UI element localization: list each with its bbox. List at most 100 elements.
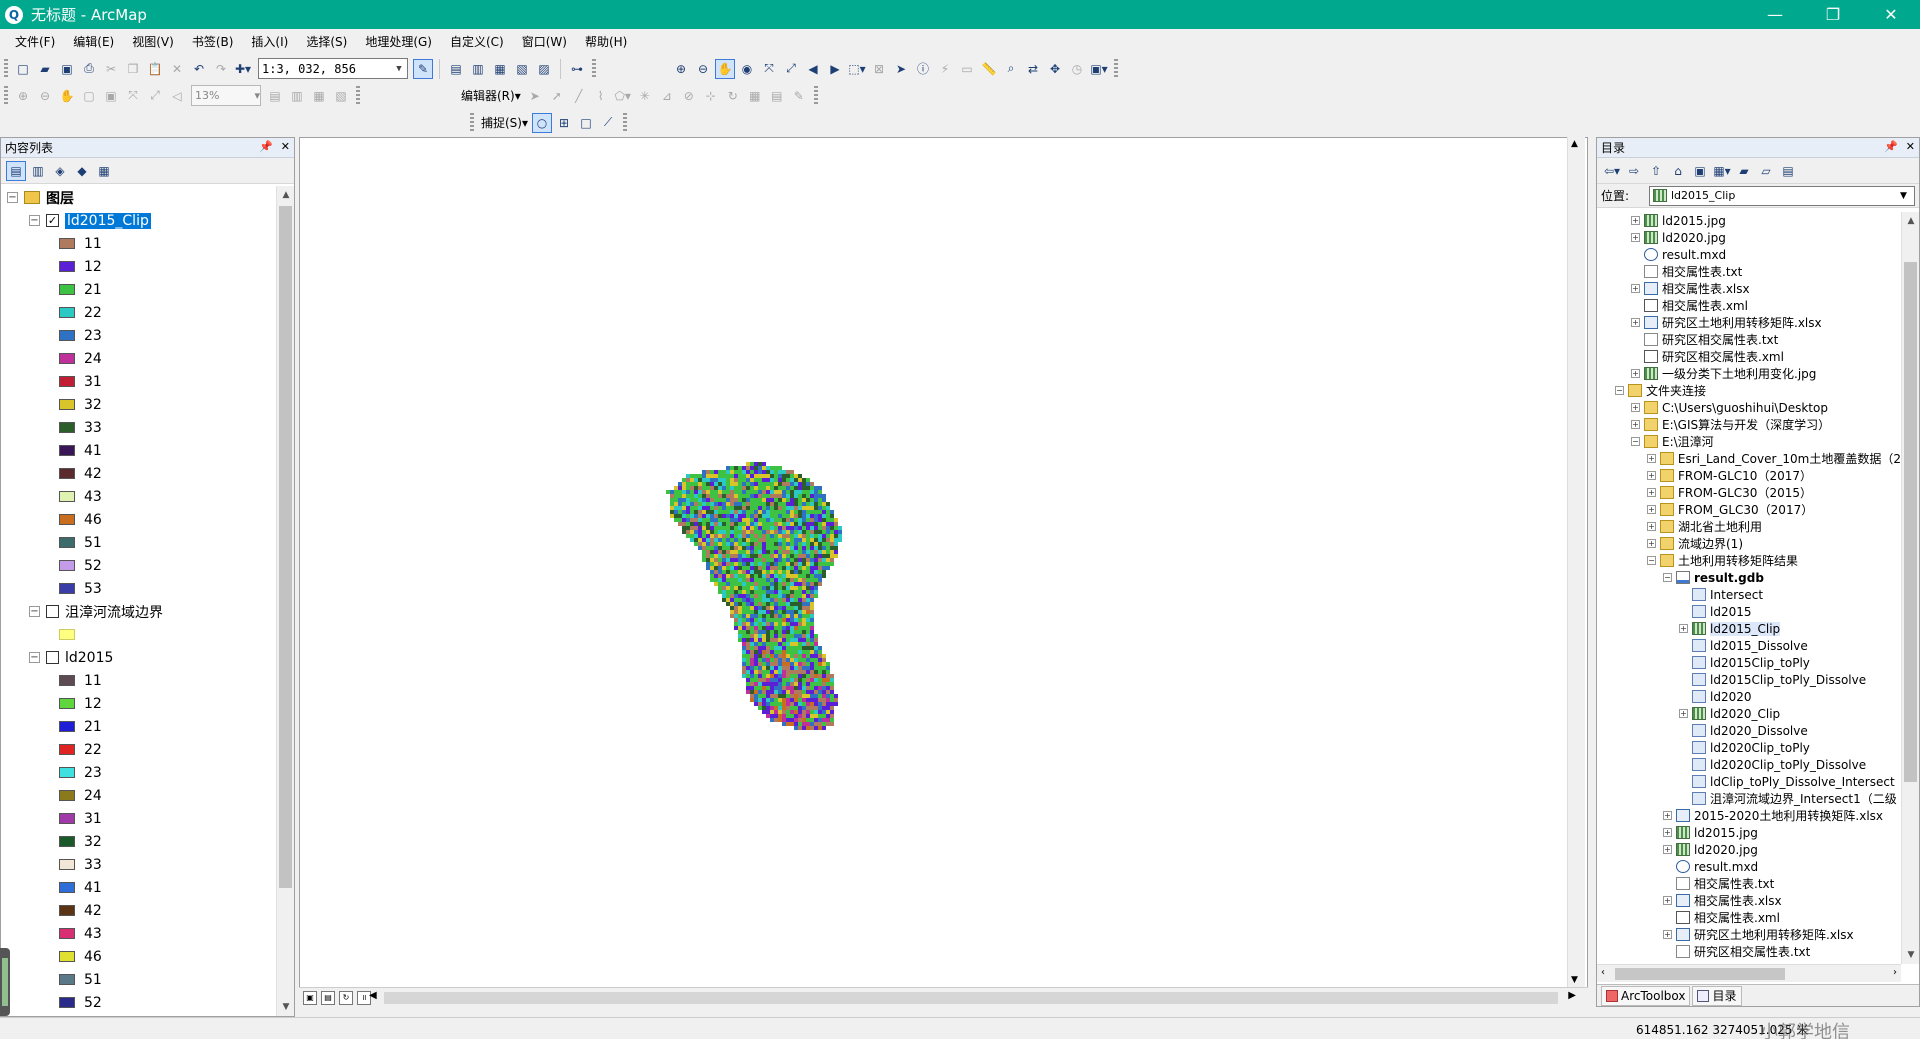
catalog-item[interactable]: ld2015Clip_toPly_Dissolve [1597, 671, 1901, 688]
map-vertical-scrollbar[interactable]: ▲ ▼ [1567, 137, 1585, 987]
disconnect-folder-icon[interactable]: ▱ [1756, 161, 1776, 181]
expand-icon[interactable]: + [1663, 930, 1672, 939]
clear-selection-icon[interactable]: ⊠ [869, 59, 889, 79]
collapse-icon[interactable]: − [1631, 437, 1640, 446]
expand-icon[interactable]: + [1647, 522, 1656, 531]
create-features-icon[interactable]: ✎ [789, 86, 809, 106]
legend-item[interactable]: 22 [1, 301, 276, 324]
find-route-icon[interactable]: ⇄ [1023, 59, 1043, 79]
catalog-hscrollbar[interactable]: ‹ › [1597, 964, 1901, 982]
redo-icon[interactable]: ↷ [211, 59, 231, 79]
focus-data-frame-icon[interactable]: ▥ [287, 86, 307, 106]
catalog-item[interactable]: ldClip_toPly_Dissolve_Intersect [1597, 773, 1901, 790]
scroll-right-icon[interactable]: ▶ [1568, 990, 1576, 1001]
catalog-item[interactable]: 研究区相交属性表.txt [1597, 331, 1901, 348]
legend-swatch[interactable] [59, 836, 75, 847]
legend-swatch[interactable] [59, 330, 75, 341]
legend-item[interactable]: 12 [1, 255, 276, 278]
catalog-item[interactable]: + FROM_GLC30（2017） [1597, 501, 1901, 518]
catalog-item[interactable]: + ld2015_Clip [1597, 620, 1901, 637]
editor-toolbar-icon[interactable]: ✎ [413, 58, 433, 79]
legend-item[interactable]: 22 [1, 738, 276, 761]
zoom-whole-page-icon[interactable]: ▢ [79, 86, 99, 106]
pan-hand-icon[interactable]: ✋ [715, 58, 735, 79]
expand-icon[interactable]: + [1647, 488, 1656, 497]
expand-icon[interactable]: + [1663, 845, 1672, 854]
expand-icon[interactable]: + [1631, 233, 1640, 242]
cut-polygon-icon[interactable]: ⊘ [679, 86, 699, 106]
catalog-item[interactable]: 沮漳河流域边界_Intersect1（二级 [1597, 790, 1901, 807]
menu-help[interactable]: 帮助(H) [576, 29, 636, 55]
expand-icon[interactable]: + [1631, 403, 1640, 412]
zoom-out-icon[interactable]: ⊖ [693, 59, 713, 79]
legend-item[interactable]: 41 [1, 876, 276, 899]
cut-icon[interactable]: ✂ [101, 59, 121, 79]
legend-item[interactable]: 23 [1, 324, 276, 347]
menu-geoprocessing[interactable]: 地理处理(G) [356, 29, 441, 55]
trace-icon[interactable]: ⌇ [591, 86, 611, 106]
menu-view[interactable]: 视图(V) [123, 29, 183, 55]
legend-item[interactable]: 41 [1, 439, 276, 462]
legend-item[interactable]: 42 [1, 899, 276, 922]
catalog-options-icon[interactable]: ▤ [1778, 161, 1798, 181]
legend-item[interactable]: 32 [1, 830, 276, 853]
legend-item[interactable]: 52 [1, 991, 276, 1014]
identify-info-icon[interactable]: ⓘ [913, 59, 933, 79]
catalog-item[interactable]: Intersect [1597, 586, 1901, 603]
legend-item[interactable]: 31 [1, 370, 276, 393]
legend-swatch[interactable] [59, 813, 75, 824]
catalog-item[interactable]: result.mxd [1597, 858, 1901, 875]
vertex-snapping-icon[interactable]: □ [576, 113, 596, 133]
measure-icon[interactable]: 📏 [979, 59, 999, 79]
sketch-properties-icon[interactable]: ▤ [767, 86, 787, 106]
catalog-item[interactable]: +2015-2020土地利用转换矩阵.xlsx [1597, 807, 1901, 824]
delete-icon[interactable]: ✕ [167, 59, 187, 79]
tab-catalog[interactable]: 目录 [1692, 985, 1742, 1006]
chevron-down-icon[interactable]: ▼ [391, 64, 407, 74]
paste-icon[interactable]: 📋 [145, 59, 165, 79]
editor-menu[interactable]: 编辑器(R)▾ [458, 87, 524, 104]
catalog-item[interactable]: 相交属性表.xml [1597, 909, 1901, 926]
layer-name[interactable]: ld2015_Clip [65, 212, 151, 229]
edit-tool-icon[interactable]: ➤ [525, 86, 545, 106]
legend-swatch[interactable] [59, 744, 75, 755]
close-icon[interactable]: ✕ [281, 140, 290, 153]
refresh-icon[interactable]: ↻ [339, 990, 353, 1005]
pin-icon[interactable]: 📌 [1884, 140, 1898, 153]
pin-icon[interactable]: 📌 [259, 140, 273, 153]
find-binoculars-icon[interactable]: ⌕ [1001, 59, 1021, 79]
catalog-item[interactable]: + FROM-GLC30（2015） [1597, 484, 1901, 501]
print-icon[interactable]: ⎙ [79, 59, 99, 79]
scroll-thumb[interactable] [1615, 968, 1785, 980]
layout-fixed-zoom-out-icon[interactable]: ⤢ [145, 86, 165, 106]
legend-swatch[interactable] [59, 790, 75, 801]
legend-swatch[interactable] [59, 951, 75, 962]
toolbar-grip[interactable] [1114, 58, 1118, 79]
close-icon[interactable]: ✕ [1906, 140, 1915, 153]
catalog-window-icon[interactable]: ▥ [468, 59, 488, 79]
restore-button[interactable]: ❐ [1804, 0, 1862, 29]
toolbar-grip[interactable] [470, 112, 474, 133]
map-horizontal-scrollbar[interactable] [384, 992, 1558, 1004]
catalog-item[interactable]: − 文件夹连接 [1597, 382, 1901, 399]
edit-annotation-icon[interactable]: ➚ [547, 86, 567, 106]
toolbar-grip[interactable] [813, 85, 818, 106]
snapping-menu[interactable]: 捕捉(S)▾ [478, 114, 531, 131]
legend-item[interactable]: 31 [1, 807, 276, 830]
legend-swatch[interactable] [59, 238, 75, 249]
menu-file[interactable]: 文件(F) [6, 29, 64, 55]
legend-swatch[interactable] [59, 721, 75, 732]
layer-visibility-checkbox[interactable] [46, 651, 59, 664]
catalog-item[interactable]: ld2020_Dissolve [1597, 722, 1901, 739]
layout-pan-icon[interactable]: ✋ [57, 86, 77, 106]
point-icon[interactable]: ⬠▾ [613, 86, 633, 106]
go-to-xy-icon[interactable]: ✥ [1045, 59, 1065, 79]
forward-arrow-icon[interactable]: ⇨ [1624, 161, 1644, 181]
legend-item[interactable]: 21 [1, 715, 276, 738]
point-snapping-icon[interactable]: ○ [532, 112, 553, 133]
expand-icon[interactable]: + [1647, 539, 1656, 548]
catalog-item[interactable]: 相交属性表.xml [1597, 297, 1901, 314]
chevron-down-icon[interactable]: ▼ [1900, 191, 1914, 201]
modelbuilder-icon[interactable]: ⊶ [567, 59, 587, 79]
layer-basin-boundary[interactable]: − 沮漳河流域边界 [1, 600, 276, 623]
